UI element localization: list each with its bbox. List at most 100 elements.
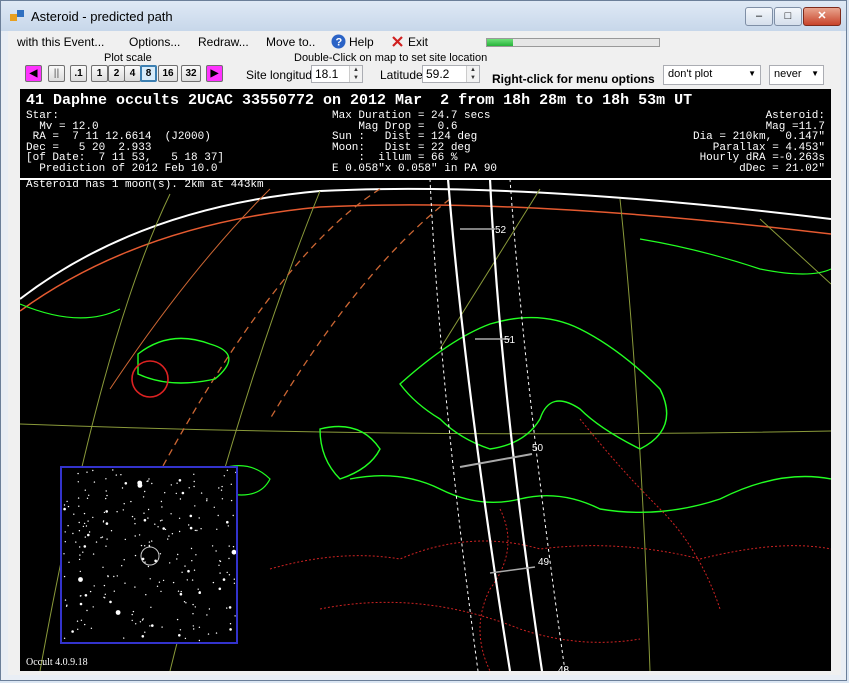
latitude-grid <box>20 423 831 435</box>
scale-4-button[interactable]: 4 <box>124 65 141 82</box>
star-dot <box>122 509 124 511</box>
scale-16-button[interactable]: 16 <box>158 65 178 82</box>
latitude-input[interactable]: 59.2 ▲ ▼ <box>422 65 480 83</box>
scale-next-button[interactable]: ▶ <box>206 65 223 82</box>
menu-with-this-event[interactable]: with this Event... <box>17 35 104 49</box>
star-dot <box>191 579 194 581</box>
greenland-coast <box>20 303 121 319</box>
star-dot <box>193 485 195 488</box>
star-dot <box>193 569 196 571</box>
star-dot <box>167 538 169 540</box>
star-dot <box>234 615 236 617</box>
star-dot <box>212 581 215 584</box>
star-dot <box>138 534 141 536</box>
path-map[interactable]: 52 51 50 49 48 41 Daphne occults 2UCAC 3… <box>20 89 831 671</box>
moon-note: Asteroid has 1 moon(s). 2km at 443km <box>26 179 264 191</box>
star-dot <box>102 566 104 568</box>
never-dropdown-value: never <box>774 68 802 80</box>
star-dot <box>131 619 133 622</box>
country-border <box>579 418 721 610</box>
star-dot <box>134 586 136 588</box>
star-dot <box>86 497 89 499</box>
longitude-input[interactable]: 18.1 ▲ ▼ <box>311 65 363 83</box>
never-dropdown[interactable]: never ▼ <box>769 65 824 85</box>
right-click-hint: Right-click for menu options <box>492 72 655 86</box>
country-border <box>479 508 509 671</box>
scale-prev-button[interactable]: ◀ <box>25 65 42 82</box>
close-button[interactable]: ✕ <box>803 7 841 26</box>
star-dot <box>196 529 198 532</box>
longitude-spinner[interactable]: ▲ ▼ <box>349 66 362 82</box>
menu-bar: with this Event... Options... Redraw... … <box>8 31 841 53</box>
star-dot <box>78 530 81 532</box>
star-dot <box>68 561 70 563</box>
help-icon[interactable]: ? <box>331 34 346 49</box>
star-dot <box>178 634 181 637</box>
minimize-button[interactable]: – <box>745 7 773 26</box>
star-dot <box>198 591 201 594</box>
star-dot <box>191 560 193 562</box>
star-dot <box>148 541 151 543</box>
star-dot <box>220 489 223 491</box>
star-dot <box>80 619 83 621</box>
maximize-button[interactable]: □ <box>774 7 802 26</box>
star-dot <box>176 482 178 484</box>
menu-exit[interactable]: Exit <box>408 35 428 49</box>
star-dot <box>162 579 165 582</box>
star-dot <box>134 554 137 557</box>
star-dot <box>105 510 108 513</box>
star-dot <box>63 575 66 578</box>
scale-32-button[interactable]: 32 <box>181 65 201 82</box>
site-hint: Double-Click on map to set site location <box>294 52 488 64</box>
star-dot <box>79 570 81 573</box>
star-chart-inset[interactable] <box>60 466 238 644</box>
star-dot <box>184 637 187 640</box>
star-dot <box>86 609 88 612</box>
menu-redraw[interactable]: Redraw... <box>198 35 249 49</box>
star-dot <box>132 610 135 613</box>
menu-move-to[interactable]: Move to.. <box>266 35 315 49</box>
star-dot <box>137 480 143 486</box>
scale-0.1-button[interactable]: .1 <box>70 65 87 82</box>
star-dot <box>200 528 202 530</box>
menu-options[interactable]: Options... <box>129 35 180 49</box>
star-dot <box>80 595 82 597</box>
star-dot <box>197 588 199 590</box>
star-dot <box>157 526 159 528</box>
time-label-48: 48 <box>558 665 570 671</box>
star-dot <box>147 565 150 568</box>
star-dot <box>179 629 182 631</box>
scale-1-button[interactable]: 1 <box>91 65 108 82</box>
star-dot <box>193 480 195 483</box>
plot-dropdown[interactable]: don't plot ▼ <box>663 65 761 85</box>
latitude-label: Latitude <box>380 68 423 82</box>
scale-8-button[interactable]: 8 <box>140 65 157 82</box>
star-dot <box>105 478 107 480</box>
exit-icon[interactable] <box>392 36 403 47</box>
star-dot <box>131 613 133 616</box>
progress-bar <box>486 38 660 47</box>
star-dot <box>207 633 210 635</box>
event-title: 41 Daphne occults 2UCAC 33550772 on 2012… <box>26 92 693 109</box>
star-dot <box>65 605 68 607</box>
scale-2-button[interactable]: 2 <box>108 65 125 82</box>
menu-help[interactable]: Help <box>349 35 374 49</box>
star-dot <box>75 541 77 543</box>
arctic-coast <box>639 238 831 275</box>
star-dot <box>120 474 122 476</box>
star-dot <box>123 503 125 505</box>
star-dot <box>231 549 236 555</box>
star-dot <box>189 514 193 518</box>
scale-pause-button[interactable]: || <box>48 65 65 82</box>
star-dot <box>178 530 181 533</box>
star-dot <box>78 577 83 582</box>
star-dot <box>177 553 179 556</box>
star-dot <box>228 557 230 560</box>
target-star-circle <box>140 546 160 566</box>
star-dot <box>123 559 125 561</box>
star-dot <box>194 606 196 608</box>
star-dot <box>217 514 219 517</box>
latitude-spinner[interactable]: ▲ ▼ <box>466 66 479 82</box>
star-dot <box>161 519 163 521</box>
client-area: with this Event... Options... Redraw... … <box>8 31 841 675</box>
